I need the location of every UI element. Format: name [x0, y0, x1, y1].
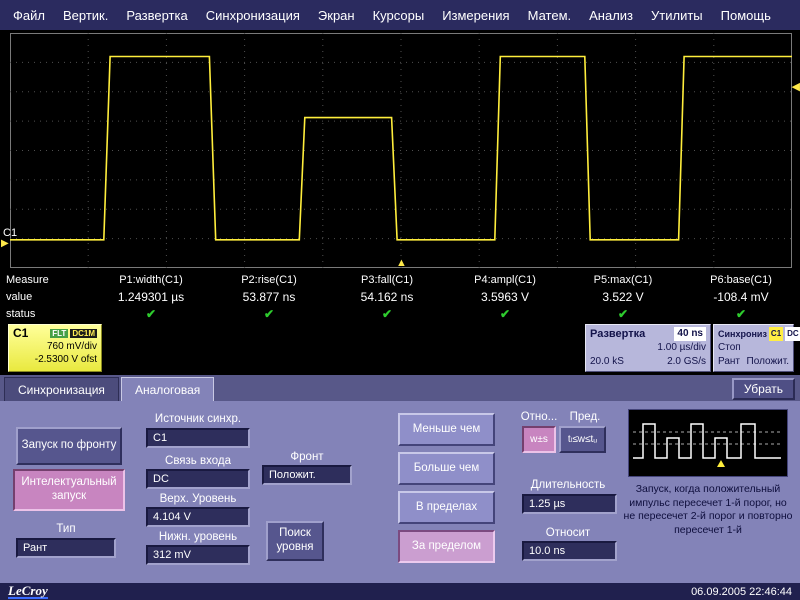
measure-p5-name: P5:max(C1)	[564, 274, 682, 286]
timebase-scale: 1.00 µs/div	[657, 341, 706, 355]
descriptor-row: C1 FLT DC1M 760 mV/div -2.5300 V ofst Ра…	[0, 322, 800, 375]
limit-mode-label: Пред.	[562, 411, 608, 423]
upper-level-label: Верх. Уровень	[146, 493, 250, 505]
menu-cursors[interactable]: Курсоры	[364, 6, 434, 25]
relative-mode-label: Отно...	[516, 411, 562, 423]
trigger-title: Синхрониз	[718, 327, 767, 341]
status-row-label: status	[0, 308, 92, 320]
width-mode-button[interactable]: w±s	[522, 426, 556, 453]
type-label: Тип	[16, 523, 116, 535]
runt-trigger-diagram	[628, 409, 788, 477]
upper-level-field[interactable]: 4.104 V	[146, 507, 250, 527]
waveform-display: C1 ▶ ◀ ▲	[0, 30, 800, 272]
menu-display[interactable]: Экран	[309, 6, 364, 25]
lower-level-label: Нижн. уровень	[146, 531, 250, 543]
menu-utilities[interactable]: Утилиты	[642, 6, 712, 25]
measure-p4-check-icon: ✔	[446, 307, 564, 321]
menu-vertical[interactable]: Вертик.	[54, 6, 117, 25]
measure-p1-check-icon: ✔	[92, 307, 210, 321]
measure-p3-name: P3:fall(C1)	[328, 274, 446, 286]
menu-trigger[interactable]: Синхронизация	[197, 6, 309, 25]
status-bar: LeCroy 06.09.2005 22:46:44	[0, 583, 800, 600]
trigger-slope: Положит.	[747, 355, 789, 369]
edge-label: Фронт	[258, 451, 356, 463]
measure-p1-name: P1:width(C1)	[92, 274, 210, 286]
trigger-description: Запуск, когда положительный импульс пере…	[622, 483, 794, 538]
measure-row-label: Measure	[0, 274, 92, 286]
channel1-scale: 760 mV/div	[13, 340, 97, 353]
coupling-field[interactable]: DC	[146, 469, 250, 489]
trigger-level-marker-icon[interactable]: ◀	[792, 80, 800, 93]
menu-analysis[interactable]: Анализ	[580, 6, 642, 25]
condition-greater-button[interactable]: Больше чем	[398, 452, 495, 485]
trigger-time-marker-icon[interactable]: ▲	[396, 257, 407, 269]
channel1-descriptor-label: C1	[13, 326, 48, 340]
measure-p6-check-icon: ✔	[682, 307, 800, 321]
condition-within-button[interactable]: В пределах	[398, 491, 495, 524]
menu-timebase[interactable]: Развертка	[117, 6, 196, 25]
measure-table: Measure P1:width(C1) P2:rise(C1) P3:fall…	[0, 272, 800, 322]
timebase-samples: 20.0 kS	[590, 355, 624, 369]
relative-field[interactable]: 10.0 ns	[522, 541, 617, 561]
menu-help[interactable]: Помощь	[712, 6, 780, 25]
menu-file[interactable]: Файл	[4, 6, 54, 25]
value-row-label: value	[0, 291, 92, 303]
lecroy-logo: LeCroy	[8, 584, 48, 599]
duration-field[interactable]: 1.25 µs	[522, 494, 617, 514]
graticule	[10, 33, 792, 268]
trigger-coupling-badge: DC	[785, 327, 800, 341]
measure-p5-check-icon: ✔	[564, 307, 682, 321]
timebase-delay: 40 ns	[674, 327, 706, 341]
trigger-type-field[interactable]: Рант	[16, 538, 116, 558]
coupling-label: Связь входа	[146, 455, 250, 467]
trigger-mode: Стоп	[718, 341, 741, 355]
edge-field[interactable]: Положит.	[262, 465, 352, 485]
condition-less-button[interactable]: Меньше чем	[398, 413, 495, 446]
channel1-descriptor-box[interactable]: C1 FLT DC1M 760 mV/div -2.5300 V ofst	[8, 324, 102, 372]
dialog-tab-bar: Синхронизация Аналоговая	[0, 375, 800, 401]
measure-p2-check-icon: ✔	[210, 307, 328, 321]
oscilloscope-screen: Файл Вертик. Развертка Синхронизация Экр…	[0, 0, 800, 600]
menu-measure[interactable]: Измерения	[433, 6, 518, 25]
trigger-dialog: Синхронизация Аналоговая Убрать Запуск п…	[0, 375, 800, 583]
source-field[interactable]: C1	[146, 428, 250, 448]
measure-p4-name: P4:ampl(C1)	[446, 274, 564, 286]
datetime: 06.09.2005 22:46:44	[691, 586, 792, 598]
measure-p3-check-icon: ✔	[328, 307, 446, 321]
measure-p3-value: 54.162 ns	[328, 290, 446, 304]
timebase-rate: 2.0 GS/s	[667, 355, 706, 369]
relative-label: Относит	[516, 527, 620, 539]
lower-level-field[interactable]: 312 mV	[146, 545, 250, 565]
condition-outside-button[interactable]: За пределом	[398, 530, 495, 563]
measure-p1-value: 1.249301 µs	[92, 290, 210, 304]
find-level-button[interactable]: Поиск уровня	[266, 521, 324, 561]
menu-math[interactable]: Матем.	[519, 6, 581, 25]
timebase-title: Развертка	[590, 327, 645, 341]
coupling-badge: DC1M	[70, 329, 97, 338]
tab-trigger[interactable]: Синхронизация	[4, 377, 119, 401]
edge-trigger-button[interactable]: Запуск по фронту	[16, 427, 122, 465]
smart-trigger-button[interactable]: Интелектуальный запуск	[13, 469, 125, 511]
trigger-source-badge: C1	[769, 327, 783, 341]
measure-p2-name: P2:rise(C1)	[210, 274, 328, 286]
timebase-descriptor-box[interactable]: Развертка 40 ns 1.00 µs/div 20.0 kS 2.0 …	[585, 324, 711, 372]
measure-p5-value: 3.522 V	[564, 290, 682, 304]
measure-p6-name: P6:base(C1)	[682, 274, 800, 286]
range-mode-button[interactable]: tₗ≤w≤tᵤ	[559, 426, 606, 453]
channel1-offset: -2.5300 V ofst	[13, 353, 97, 366]
close-dialog-button[interactable]: Убрать	[732, 378, 795, 400]
source-label: Источник синхр.	[146, 413, 250, 425]
channel1-trace	[10, 57, 792, 240]
trigger-descriptor-box[interactable]: Синхрониз C1 DC Стоп Рант Положит.	[713, 324, 794, 372]
filter-badge: FLT	[50, 329, 68, 338]
measure-p4-value: 3.5963 V	[446, 290, 564, 304]
menu-bar: Файл Вертик. Развертка Синхронизация Экр…	[0, 0, 800, 30]
duration-label: Длительность	[516, 479, 620, 491]
tab-analog[interactable]: Аналоговая	[121, 377, 214, 401]
channel1-offset-marker-icon[interactable]: ▶	[1, 238, 9, 249]
measure-p2-value: 53.877 ns	[210, 290, 328, 304]
measure-p6-value: -108.4 mV	[682, 290, 800, 304]
trigger-type: Рант	[718, 355, 740, 369]
